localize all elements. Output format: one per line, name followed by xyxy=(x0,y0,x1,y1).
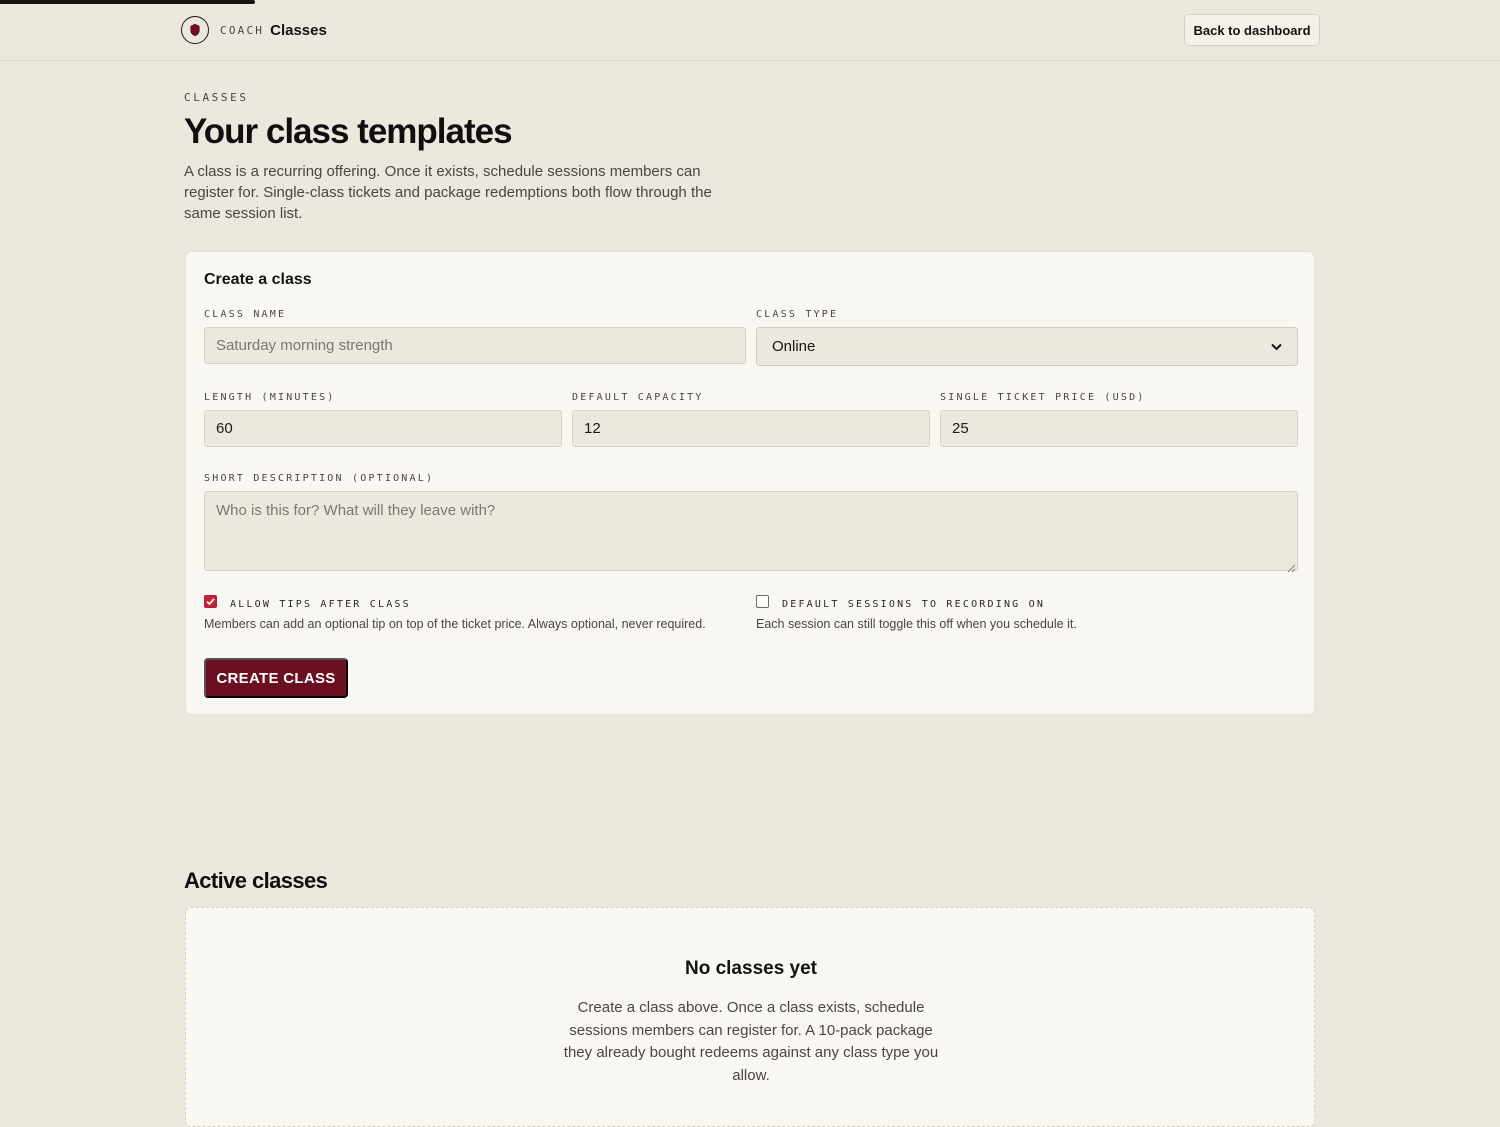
page-title: Your class templates xyxy=(184,112,513,151)
length-input[interactable] xyxy=(204,410,562,447)
back-to-dashboard-button[interactable]: Back to dashboard xyxy=(1184,14,1320,46)
recording-label[interactable]: DEFAULT SESSIONS TO RECORDING ON xyxy=(782,599,1045,610)
allow-tips-label[interactable]: ALLOW TIPS AFTER CLASS xyxy=(230,599,411,610)
capacity-input[interactable] xyxy=(572,410,930,447)
brand-title: Classes xyxy=(270,21,327,39)
price-label: SINGLE TICKET PRICE (USD) xyxy=(940,392,1146,403)
top-bar: COACH Classes Back to dashboard xyxy=(0,0,1500,61)
recording-help: Each session can still toggle this off w… xyxy=(756,617,1077,631)
class-name-label: CLASS NAME xyxy=(204,309,287,320)
description-textarea[interactable] xyxy=(204,491,1298,571)
class-type-value: Online xyxy=(772,338,816,355)
empty-state-body: Create a class above. Once a class exist… xyxy=(563,999,939,1084)
chevron-down-icon xyxy=(1271,338,1282,355)
resize-grip-icon[interactable] xyxy=(1287,560,1296,573)
class-type-label: CLASS TYPE xyxy=(756,309,839,320)
class-name-input[interactable] xyxy=(204,327,746,364)
page-eyebrow: CLASSES xyxy=(184,91,249,104)
recording-checkbox[interactable] xyxy=(756,595,769,608)
active-classes-title: Active classes xyxy=(184,868,328,893)
class-type-select[interactable]: Online xyxy=(756,327,1298,366)
allow-tips-help: Members can add an optional tip on top o… xyxy=(204,617,706,631)
create-class-card: Create a class CLASS NAME CLASS TYPE Onl… xyxy=(185,251,1315,715)
empty-state-title: No classes yet xyxy=(684,958,818,979)
brand[interactable]: COACH Classes xyxy=(181,16,327,44)
allow-tips-checkbox[interactable] xyxy=(204,595,217,608)
capacity-label: DEFAULT CAPACITY xyxy=(572,392,704,403)
length-label: LENGTH (MINUTES) xyxy=(204,392,336,403)
empty-state-card: No classes yet Create a class above. Onc… xyxy=(185,907,1315,1127)
price-input[interactable] xyxy=(940,410,1298,447)
description-label: SHORT DESCRIPTION (OPTIONAL) xyxy=(204,473,435,484)
page-description: A class is a recurring offering. Once it… xyxy=(184,163,712,222)
create-class-button[interactable]: CREATE CLASS xyxy=(204,658,348,698)
brand-eyebrow: COACH xyxy=(220,23,265,37)
shield-logo-icon xyxy=(181,16,209,44)
create-class-title: Create a class xyxy=(204,271,312,288)
